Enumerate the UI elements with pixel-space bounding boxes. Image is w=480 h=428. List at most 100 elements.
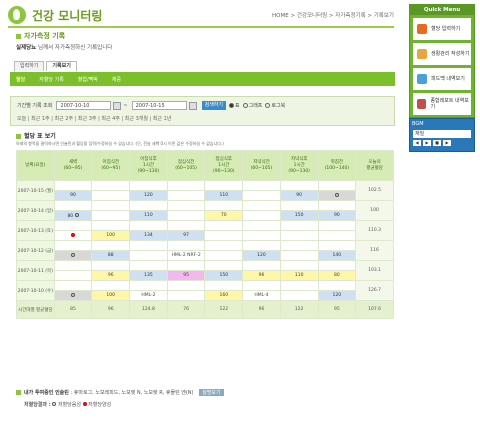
table-row[interactable]: 2007-10-15 (월) 102.5	[16, 180, 394, 201]
calendar-icon[interactable]	[113, 101, 122, 110]
glucose-value[interactable]	[166, 210, 206, 221]
glucose-value[interactable]: 110	[279, 270, 319, 281]
table-row[interactable]: 2007-10-13 (토) 110.3	[16, 220, 394, 241]
glucose-value[interactable]: 110	[204, 190, 244, 201]
glucose-cell[interactable]	[166, 240, 206, 251]
glucose-value[interactable]: 80	[317, 270, 357, 281]
glucose-cell[interactable]	[91, 280, 131, 291]
radio-table[interactable]	[229, 103, 234, 108]
prev-icon[interactable]: ◀	[413, 140, 421, 146]
table-row[interactable]: 100 HML-2 160 HML-4 120	[17, 290, 394, 301]
glucose-value[interactable]	[279, 250, 319, 261]
glucose-value[interactable]: 96	[242, 270, 281, 281]
glucose-value[interactable]: 97	[166, 230, 206, 241]
glucose-cell[interactable]	[53, 260, 93, 271]
glucose-value[interactable]: 100	[91, 230, 131, 241]
glucose-value[interactable]	[242, 230, 281, 241]
quick-item-feedback[interactable]: 피드백 내역보기	[413, 68, 471, 90]
glucose-cell[interactable]	[317, 260, 357, 271]
quick-item-glucose[interactable]: 혈당 입력하기	[413, 18, 471, 40]
glucose-cell[interactable]	[204, 220, 244, 231]
glucose-value[interactable]: 140	[317, 250, 357, 261]
glucose-cell[interactable]	[166, 200, 206, 211]
glucose-value[interactable]: 110	[129, 210, 168, 221]
bgm-track[interactable]: 재밀	[413, 130, 471, 138]
glucose-cell[interactable]	[166, 220, 206, 231]
subnav-glucose[interactable]: 혈당	[16, 76, 25, 83]
glucose-cell[interactable]	[279, 200, 319, 211]
glucose-value[interactable]	[166, 290, 206, 301]
glucose-value[interactable]: 90	[317, 210, 357, 221]
glucose-value[interactable]: 120	[129, 190, 168, 201]
glucose-cell[interactable]	[317, 280, 357, 291]
glucose-cell[interactable]	[242, 180, 281, 191]
glucose-value[interactable]	[317, 190, 357, 201]
glucose-cell[interactable]	[91, 200, 131, 211]
glucose-cell[interactable]	[204, 180, 244, 191]
glucose-value[interactable]	[279, 230, 319, 241]
quick-item-report[interactable]: 종합레포트 내역보기	[413, 93, 471, 115]
glucose-value[interactable]: 90	[53, 190, 93, 201]
glucose-value[interactable]: HML-2	[129, 290, 168, 301]
glucose-cell[interactable]	[204, 260, 244, 271]
radio-graph[interactable]	[242, 103, 248, 108]
glucose-cell[interactable]	[279, 180, 319, 191]
glucose-value[interactable]: 90	[279, 190, 319, 201]
glucose-value[interactable]: 70	[204, 210, 244, 221]
glucose-cell[interactable]	[279, 260, 319, 271]
glucose-value[interactable]	[53, 270, 93, 281]
glucose-cell[interactable]	[53, 200, 93, 211]
glucose-cell[interactable]	[91, 180, 131, 191]
glucose-value[interactable]: HML-4	[242, 290, 281, 301]
glucose-cell[interactable]	[129, 220, 168, 231]
glucose-cell[interactable]	[53, 280, 93, 291]
glucose-value[interactable]: 160	[204, 290, 244, 301]
glucose-value[interactable]	[279, 290, 319, 301]
glucose-value[interactable]	[53, 250, 93, 261]
glucose-value[interactable]: 95	[166, 270, 206, 281]
glucose-cell[interactable]	[242, 280, 281, 291]
glucose-cell[interactable]	[129, 260, 168, 271]
tab-input[interactable]: 입력하기	[14, 61, 45, 71]
glucose-value[interactable]	[204, 230, 244, 241]
glucose-cell[interactable]	[166, 280, 206, 291]
glucose-cell[interactable]	[129, 200, 168, 211]
glucose-cell[interactable]	[317, 220, 357, 231]
glucose-cell[interactable]	[204, 200, 244, 211]
glucose-cell[interactable]	[166, 180, 206, 191]
glucose-value[interactable]	[204, 250, 244, 261]
glucose-cell[interactable]	[129, 240, 168, 251]
table-row[interactable]: 2007-10-12 (금) 116	[16, 240, 394, 261]
glucose-value[interactable]: 120	[317, 290, 357, 301]
glucose-cell[interactable]	[129, 180, 168, 191]
subnav-blood-pressure[interactable]: 혈압/맥박	[78, 76, 98, 83]
glucose-cell[interactable]	[279, 220, 319, 231]
glucose-value[interactable]: 120	[242, 250, 281, 261]
table-row[interactable]: 80 110 70 150 90	[17, 210, 394, 221]
glucose-cell[interactable]	[242, 240, 281, 251]
glucose-cell[interactable]	[242, 260, 281, 271]
glucose-cell[interactable]	[317, 200, 357, 211]
glucose-value[interactable]	[129, 250, 168, 261]
glucose-value[interactable]	[242, 210, 281, 221]
glucose-cell[interactable]	[129, 280, 168, 291]
glucose-cell[interactable]	[204, 280, 244, 291]
quick-period-links[interactable]: 오늘 | 최근 1주 | 최근 2주 | 최근 3주 | 최근 4주 | 최근 …	[17, 115, 171, 122]
play-icon[interactable]: ▶	[423, 140, 431, 146]
glucose-value[interactable]: 134	[129, 230, 168, 241]
glucose-value[interactable]	[317, 230, 357, 241]
glucose-value[interactable]	[53, 290, 93, 301]
glucose-value[interactable]: 88	[91, 250, 131, 261]
glucose-cell[interactable]	[204, 240, 244, 251]
search-button[interactable]: 검색하기	[201, 101, 226, 110]
glucose-value[interactable]	[53, 230, 93, 241]
subnav-weight[interactable]: 체중	[112, 76, 121, 83]
explain-button[interactable]: 설명보기	[199, 389, 224, 396]
end-date-field[interactable]: 2007-10-15	[131, 101, 187, 110]
table-row[interactable]: 88 HML-2 NRF-2 120 140	[17, 250, 394, 261]
start-date-field[interactable]: 2007-10-10	[56, 101, 112, 110]
table-row[interactable]: 2007-10-11 (목) 103.1	[16, 260, 394, 281]
table-row[interactable]: 100 134 97	[17, 230, 394, 241]
glucose-cell[interactable]	[53, 240, 93, 251]
glucose-cell[interactable]	[91, 240, 131, 251]
